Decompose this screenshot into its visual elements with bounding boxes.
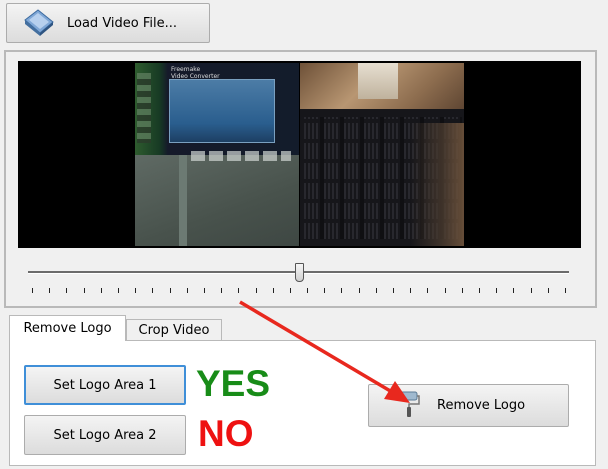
- slider-tick: [531, 288, 532, 293]
- load-video-file-label: Load Video File...: [67, 15, 178, 31]
- video-file-icon: [21, 6, 57, 40]
- annotation-no: NO: [198, 413, 254, 454]
- slider-tick: [496, 288, 497, 293]
- set-logo-area-2-button[interactable]: Set Logo Area 2: [24, 415, 186, 455]
- slider-tick: [152, 288, 153, 293]
- slider-tick: [135, 288, 136, 293]
- slider-tick: [513, 288, 514, 293]
- slider-tick: [393, 288, 394, 293]
- slider-tick: [118, 288, 119, 293]
- remove-logo-button[interactable]: Remove Logo: [368, 384, 569, 427]
- slider-tick: [290, 288, 291, 293]
- slider-tick: [445, 288, 446, 293]
- slider-tick: [238, 288, 239, 293]
- slider-tick: [548, 288, 549, 293]
- slider-tick: [427, 288, 428, 293]
- slider-tick: [204, 288, 205, 293]
- load-video-file-button[interactable]: Load Video File...: [6, 3, 210, 43]
- remove-logo-label: Remove Logo: [437, 398, 526, 413]
- slider-tick: [101, 288, 102, 293]
- slider-tick: [273, 288, 274, 293]
- slider-tick: [187, 288, 188, 293]
- slider-tick: [221, 288, 222, 293]
- slider-tick: [32, 288, 33, 293]
- screen-text-line2: Video Converter: [171, 73, 220, 80]
- slider-tick: [376, 288, 377, 293]
- slider-tick: [565, 288, 566, 293]
- video-preview-group: Freemake Video Converter: [4, 50, 597, 308]
- slider-tick: [462, 288, 463, 293]
- video-preview: Freemake Video Converter: [18, 61, 581, 248]
- set-logo-area-1-button[interactable]: Set Logo Area 1: [24, 365, 186, 405]
- screen-text-line1: Freemake: [171, 66, 201, 73]
- slider-tick: [170, 288, 171, 293]
- slider-tick: [341, 288, 342, 293]
- slider-tick: [84, 288, 85, 293]
- video-frame-keyboard: [300, 63, 464, 246]
- slider-tick: [359, 288, 360, 293]
- slider-tick: [256, 288, 257, 293]
- tab-crop-video[interactable]: Crop Video: [126, 319, 222, 341]
- slider-tick: [479, 288, 480, 293]
- seek-slider-thumb[interactable]: [295, 263, 304, 282]
- slider-tick: [49, 288, 50, 293]
- tab-remove-logo[interactable]: Remove Logo: [9, 315, 126, 341]
- video-frame-laptop: Freemake Video Converter: [135, 63, 299, 246]
- paint-roller-icon: [397, 390, 421, 422]
- annotation-yes: YES: [196, 363, 271, 404]
- seek-slider-ticks: [32, 288, 566, 294]
- slider-tick: [410, 288, 411, 293]
- slider-tick: [324, 288, 325, 293]
- slider-tick: [66, 288, 67, 293]
- slider-tick: [307, 288, 308, 293]
